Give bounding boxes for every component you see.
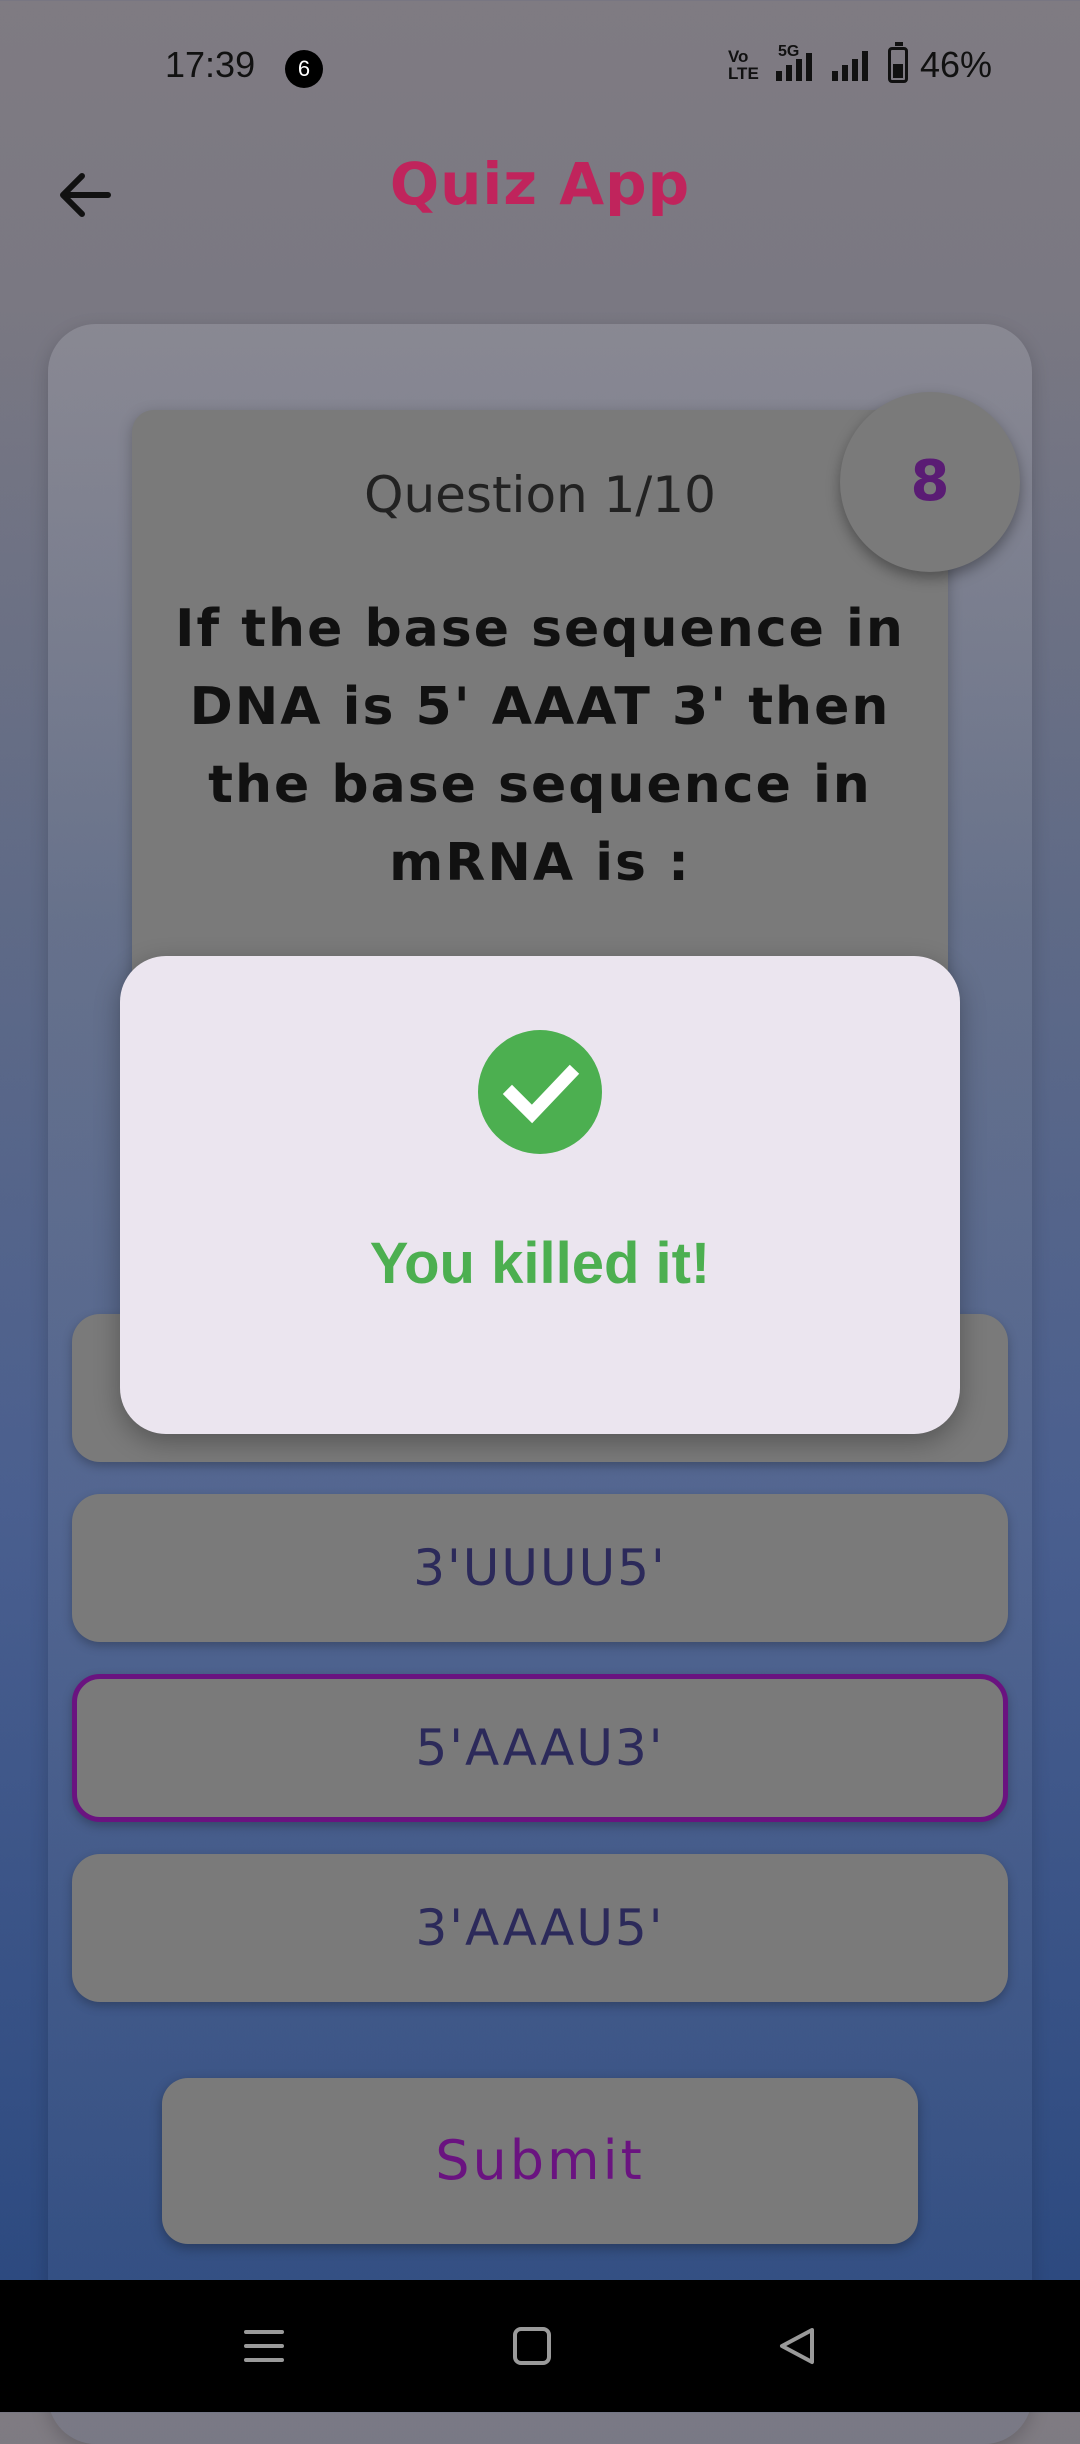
- signal-5g-icon: 5G: [775, 43, 820, 83]
- timer-badge: 8: [840, 392, 1020, 572]
- battery-percent: 46%: [919, 44, 992, 85]
- notification-count-badge: 6: [285, 50, 323, 88]
- option-button-4[interactable]: 3'AAAU5': [72, 1854, 1008, 2002]
- result-message: You killed it!: [369, 1231, 711, 1296]
- result-dialog: [120, 956, 960, 1434]
- status-icons: Vo LTE 5G 46%: [727, 42, 992, 86]
- menu-icon[interactable]: [234, 2316, 294, 2376]
- question-counter: Question 1/10: [364, 466, 716, 524]
- home-square-icon[interactable]: [502, 2316, 562, 2376]
- volte-icon: Vo LTE: [727, 47, 759, 83]
- option-button-2[interactable]: 3'UUUU5': [72, 1494, 1008, 1642]
- back-triangle-icon[interactable]: [768, 2316, 828, 2376]
- option-button-3[interactable]: 5'AAAU3': [72, 1674, 1008, 1822]
- check-circle-icon: [478, 1030, 602, 1154]
- question-text: If the base sequence in DNA is 5' AAAT 3…: [175, 599, 905, 893]
- status-time: 17:39: [165, 44, 256, 85]
- signal-icon: [831, 47, 876, 83]
- app-title: Quiz App: [389, 150, 691, 218]
- submit-button[interactable]: Submit: [162, 2078, 918, 2244]
- battery-icon: [887, 42, 908, 83]
